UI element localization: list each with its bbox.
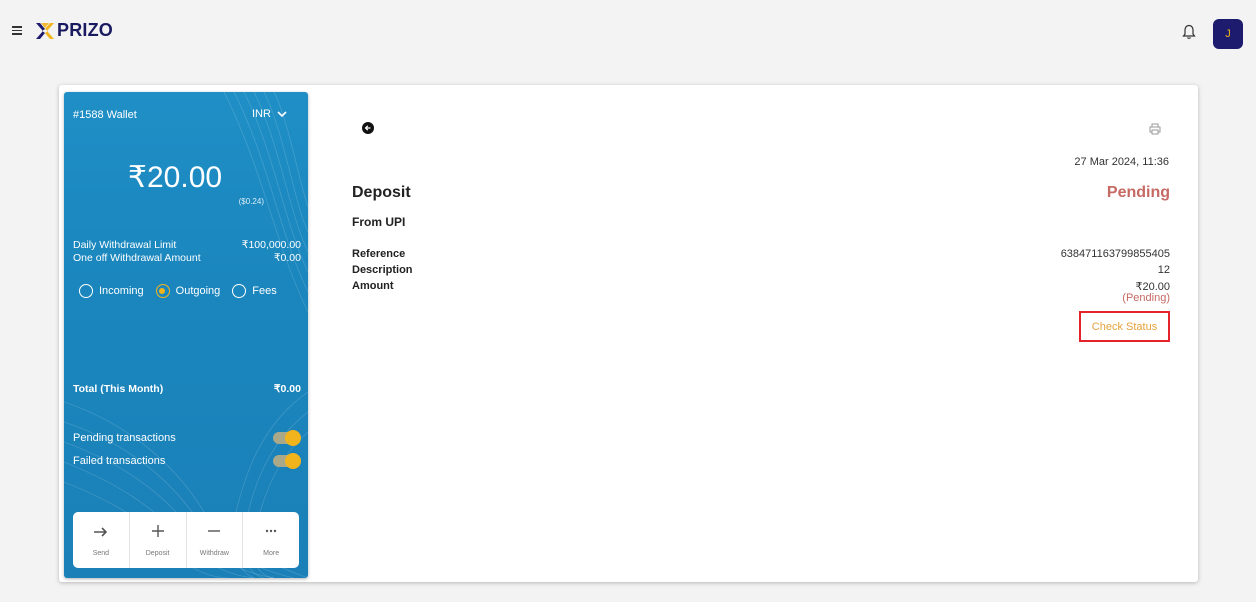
- radio-label: Fees: [252, 285, 277, 297]
- limit-label: Daily Withdrawal Limit: [73, 239, 177, 251]
- failed-transactions-row: Failed transactions: [73, 453, 301, 469]
- wallet-balance-usd: ($0.24): [238, 197, 264, 206]
- withdraw-button[interactable]: Withdraw: [187, 512, 244, 568]
- pending-transactions-toggle[interactable]: [273, 430, 301, 446]
- radio-unchecked-icon: [79, 284, 93, 298]
- currency-select[interactable]: INR: [252, 108, 287, 120]
- transaction-type-title: Deposit: [352, 184, 411, 201]
- minus-icon: [207, 524, 221, 544]
- back-arrow-icon[interactable]: [362, 122, 374, 134]
- arrow-right-icon: [93, 524, 109, 544]
- limit-label: One off Withdrawal Amount: [73, 252, 201, 264]
- wallet-title: #1588 Wallet: [73, 109, 137, 121]
- transaction-source: From UPI: [352, 215, 406, 229]
- limit-value: ₹100,000.00: [241, 239, 301, 251]
- transaction-status: Pending: [1106, 184, 1170, 201]
- radio-checked-icon: [155, 284, 170, 298]
- wallet-panel: #1588 Wallet INR ₹20.00 ($0.24) Daily Wi…: [64, 92, 308, 578]
- wallet-balance: ₹20.00: [127, 161, 223, 194]
- more-dots-icon: [264, 524, 278, 544]
- check-status-button[interactable]: Check Status: [1079, 311, 1170, 342]
- description-label: Description: [352, 264, 413, 276]
- monthly-total-row: Total (This Month) ₹0.00: [73, 383, 301, 395]
- description-value: 12: [1157, 264, 1170, 276]
- reference-value: 638471163799855405: [1060, 248, 1170, 260]
- wallet-actions-bar: Send Deposit Withdraw More: [73, 512, 299, 568]
- failed-transactions-toggle[interactable]: [273, 453, 301, 469]
- action-label: Deposit: [145, 549, 170, 557]
- print-icon[interactable]: [1149, 122, 1161, 140]
- radio-label: Incoming: [99, 285, 144, 297]
- user-avatar[interactable]: J: [1213, 19, 1243, 49]
- radio-label: Outgoing: [175, 285, 221, 297]
- hamburger-menu-icon[interactable]: [12, 25, 24, 35]
- prizo-logo-mark-icon: [36, 22, 54, 39]
- daily-withdrawal-limit-row: Daily Withdrawal Limit ₹100,000.00: [73, 239, 301, 251]
- total-value: ₹0.00: [273, 383, 301, 395]
- one-off-withdrawal-row: One off Withdrawal Amount ₹0.00: [73, 252, 301, 264]
- action-label: Send: [92, 549, 110, 557]
- toggle-label: Pending transactions: [73, 432, 176, 444]
- transaction-timestamp: 27 Mar 2024, 11:36: [1074, 156, 1169, 168]
- check-status-label: Check Status: [1091, 320, 1158, 333]
- amount-pending-status: (Pending): [1122, 292, 1170, 304]
- top-bar: PRIZO J: [0, 0, 1256, 62]
- toggle-label: Failed transactions: [73, 455, 166, 467]
- radio-unchecked-icon: [232, 284, 247, 298]
- notification-bell-icon[interactable]: [1182, 24, 1198, 40]
- pending-transactions-row: Pending transactions: [73, 430, 301, 446]
- total-label: Total (This Month): [73, 383, 164, 395]
- amount-label: Amount: [352, 280, 394, 292]
- brand-name: PRIZO: [57, 20, 114, 40]
- reference-label: Reference: [352, 248, 406, 260]
- action-label: Withdraw: [199, 549, 229, 557]
- chevron-down-icon: [277, 110, 287, 117]
- limit-value: ₹0.00: [273, 252, 301, 264]
- transaction-type-filter: Incoming Outgoing Fees: [79, 284, 289, 298]
- filter-incoming-radio[interactable]: Incoming: [79, 284, 144, 298]
- send-button[interactable]: Send: [73, 512, 130, 568]
- action-label: More: [263, 549, 280, 557]
- plus-icon: [151, 524, 165, 544]
- prizo-logo[interactable]: PRIZO: [35, 20, 113, 41]
- more-button[interactable]: More: [243, 512, 299, 568]
- filter-outgoing-radio[interactable]: Outgoing: [155, 284, 221, 298]
- currency-label: INR: [252, 108, 271, 120]
- filter-fees-radio[interactable]: Fees: [232, 284, 277, 298]
- deposit-button[interactable]: Deposit: [130, 512, 187, 568]
